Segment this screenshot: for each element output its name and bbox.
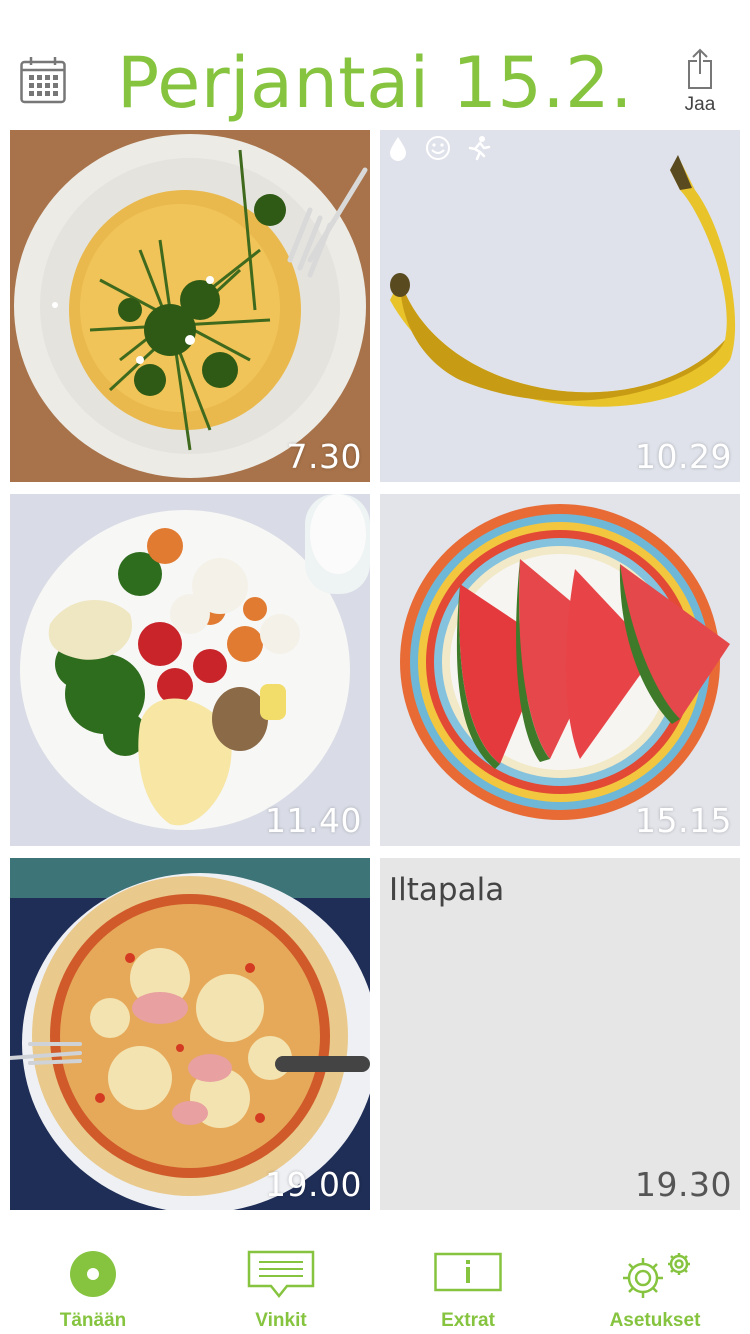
meal-tile-snack[interactable]: 10.29 (380, 130, 740, 482)
tab-tips[interactable]: Vinkit (196, 1230, 366, 1334)
speech-bubble-icon (247, 1250, 315, 1298)
meal-label: Iltapala (389, 872, 505, 908)
tab-label: Tänään (59, 1310, 127, 1331)
omelette-photo (10, 130, 370, 482)
tab-label: Asetukset (609, 1310, 701, 1331)
meal-tile-evening-snack[interactable]: Iltapala 19.30 (380, 858, 740, 1210)
lunch-plate-photo (10, 494, 370, 846)
tab-bar: Tänään Vinkit Extrat Asetukset (0, 1230, 750, 1334)
meal-tile-breakfast[interactable]: 7.30 (10, 130, 370, 482)
banana-photo (380, 130, 740, 482)
watermelon-photo (380, 494, 740, 846)
running-person-icon (464, 134, 492, 162)
meal-time: 19.00 (265, 1165, 362, 1204)
header: Perjantai 15.2. Jaa (0, 0, 750, 128)
page-title: Perjantai 15.2. (117, 42, 633, 124)
tab-label: Extrat (441, 1310, 495, 1331)
meal-tile-afternoon-snack[interactable]: 15.15 (380, 494, 740, 846)
share-button[interactable]: Jaa (678, 48, 722, 118)
meal-time: 19.30 (635, 1165, 732, 1204)
tab-extras[interactable]: Extrat (383, 1230, 553, 1334)
meal-time: 7.30 (286, 437, 362, 476)
meal-time: 10.29 (635, 437, 732, 476)
meal-tile-dinner[interactable]: 19.00 (10, 858, 370, 1210)
status-icons (384, 134, 492, 166)
tab-today[interactable]: Tänään (8, 1230, 178, 1334)
gears-icon (623, 1253, 690, 1298)
meal-time: 15.15 (635, 801, 732, 840)
smiley-icon (424, 134, 452, 162)
share-icon (688, 48, 712, 89)
share-label: Jaa (684, 94, 716, 115)
meal-time: 11.40 (265, 801, 362, 840)
tab-label: Vinkit (255, 1310, 307, 1331)
meal-tile-lunch[interactable]: 11.40 (10, 494, 370, 846)
tab-settings[interactable]: Asetukset (570, 1230, 740, 1334)
water-drop-icon (384, 134, 412, 162)
today-dot-icon (70, 1251, 116, 1297)
pizza-photo (10, 858, 370, 1210)
info-icon (434, 1252, 502, 1292)
